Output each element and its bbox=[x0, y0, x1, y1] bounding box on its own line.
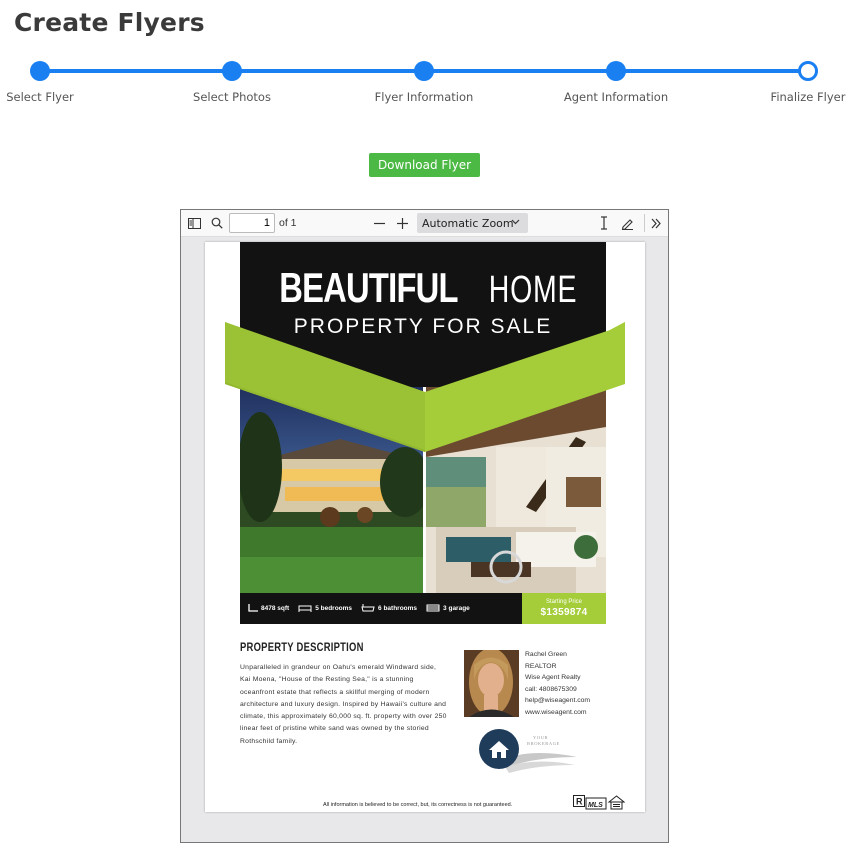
step-dot-complete bbox=[414, 61, 434, 81]
step-agent-information[interactable]: Agent Information bbox=[556, 58, 676, 104]
description-title: PROPERTY DESCRIPTION bbox=[240, 642, 364, 654]
property-features-bar: 8478 sqft 5 bedrooms 6 bathrooms 3 garag… bbox=[240, 593, 522, 624]
sidebar-toggle-icon[interactable] bbox=[186, 214, 202, 232]
footer-logos: R MLS bbox=[573, 795, 626, 812]
garage-icon bbox=[426, 604, 440, 614]
agent-email: help@wiseagent.com bbox=[525, 697, 591, 704]
agent-info: Rachel Green REALTOR Wise Agent Realty c… bbox=[525, 649, 590, 718]
feature-bedrooms: 5 bedrooms bbox=[298, 604, 352, 614]
bed-icon bbox=[298, 604, 312, 614]
step-label: Select Photos bbox=[193, 90, 271, 104]
step-select-flyer[interactable]: Select Flyer bbox=[0, 58, 100, 104]
zoom-in-icon[interactable] bbox=[394, 214, 410, 232]
flyer-headline: BEAUTIFUL HOME bbox=[240, 264, 606, 312]
flyer-page: BEAUTIFUL HOME PROPERTY FOR SALE 8478 sq… bbox=[205, 242, 645, 812]
step-select-photos[interactable]: Select Photos bbox=[172, 58, 292, 104]
step-dot-complete bbox=[30, 61, 50, 81]
feature-text: 6 bathrooms bbox=[378, 605, 418, 612]
feature-text: 5 bedrooms bbox=[315, 605, 353, 612]
agent-website: www.wiseagent.com bbox=[525, 708, 587, 716]
page-number-input[interactable] bbox=[229, 213, 275, 233]
zoom-out-icon[interactable] bbox=[371, 214, 387, 232]
step-label: Select Flyer bbox=[6, 90, 74, 104]
double-chevron-right-icon[interactable] bbox=[648, 214, 664, 232]
disclaimer-text: All information is believed to be correc… bbox=[323, 802, 513, 808]
bathtub-icon bbox=[361, 603, 375, 614]
brokerage-logo-text: YOUR bbox=[533, 735, 548, 740]
green-chevron-banner bbox=[225, 322, 625, 452]
pdf-viewer: of 1 Automatic Zoom bbox=[180, 209, 669, 843]
price-box: Starting Price $1359874 bbox=[522, 593, 606, 624]
headline-bold: BEAUTIFUL bbox=[279, 264, 459, 311]
step-label: Finalize Flyer bbox=[770, 90, 846, 104]
feature-text: 8478 sqft bbox=[261, 605, 290, 612]
feature-garage: 3 garage bbox=[426, 604, 470, 614]
progress-stepper: Select Flyer Select Photos Flyer Informa… bbox=[0, 58, 853, 108]
area-icon bbox=[248, 603, 258, 614]
svg-text:MLS: MLS bbox=[588, 802, 603, 809]
agent-company: Wise Agent Realty bbox=[525, 674, 581, 681]
text-cursor-icon[interactable] bbox=[597, 214, 611, 232]
mls-icon: MLS bbox=[585, 797, 607, 810]
feature-bathrooms: 6 bathrooms bbox=[361, 603, 418, 614]
realtor-icon: R bbox=[573, 795, 585, 807]
brokerage-logo: YOUR BROKERAGE bbox=[477, 727, 577, 773]
step-dot-current bbox=[798, 61, 818, 81]
pdf-toolbar: of 1 Automatic Zoom bbox=[181, 210, 668, 237]
price-label: Starting Price bbox=[545, 599, 582, 605]
price-value: $1359874 bbox=[540, 607, 588, 618]
brokerage-logo-text: BROKERAGE bbox=[527, 741, 560, 746]
feature-area: 8478 sqft bbox=[248, 603, 290, 614]
equal-housing-icon bbox=[607, 795, 626, 810]
chevron-down-icon bbox=[511, 216, 520, 229]
download-flyer-button[interactable]: Download Flyer bbox=[369, 153, 480, 177]
agent-title: REALTOR bbox=[525, 662, 557, 670]
step-flyer-information[interactable]: Flyer Information bbox=[364, 58, 484, 104]
headline-light: HOME bbox=[488, 269, 577, 311]
zoom-select-value: Automatic Zoom bbox=[422, 216, 514, 230]
step-dot-complete bbox=[606, 61, 626, 81]
description-text: Unparalleled in grandeur on Oahu's emera… bbox=[240, 664, 447, 745]
agent-phone: call: 4808675309 bbox=[525, 685, 577, 693]
agent-photo bbox=[464, 650, 519, 717]
step-label: Agent Information bbox=[563, 90, 669, 104]
step-dot-complete bbox=[222, 61, 242, 81]
draw-pen-icon[interactable] bbox=[619, 214, 635, 232]
search-icon[interactable] bbox=[209, 214, 225, 232]
zoom-select[interactable]: Automatic Zoom bbox=[417, 213, 528, 233]
feature-text: 3 garage bbox=[443, 605, 470, 612]
page-count: of 1 bbox=[279, 217, 297, 229]
toolbar-divider bbox=[644, 214, 645, 232]
svg-text:R: R bbox=[576, 797, 583, 807]
step-finalize-flyer[interactable]: Finalize Flyer bbox=[748, 58, 853, 104]
agent-name: Rachel Green bbox=[525, 651, 567, 658]
step-label: Flyer Information bbox=[374, 90, 474, 104]
page-title: Create Flyers bbox=[14, 8, 205, 37]
